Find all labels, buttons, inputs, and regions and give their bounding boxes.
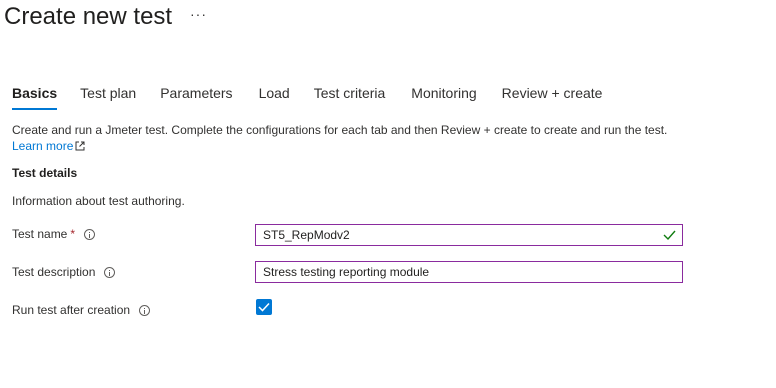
tab-test-plan[interactable]: Test plan bbox=[80, 84, 136, 110]
learn-more-label: Learn more bbox=[12, 139, 74, 153]
tab-bar: Basics Test plan Parameters Load Test cr… bbox=[12, 84, 602, 110]
tab-monitoring[interactable]: Monitoring bbox=[411, 84, 476, 110]
tab-test-criteria[interactable]: Test criteria bbox=[314, 84, 386, 110]
tab-load[interactable]: Load bbox=[259, 84, 290, 110]
info-icon[interactable] bbox=[104, 266, 116, 278]
external-link-icon bbox=[75, 141, 85, 151]
info-icon[interactable] bbox=[84, 228, 96, 240]
info-icon[interactable] bbox=[139, 304, 151, 316]
run-after-creation-label-text: Run test after creation bbox=[12, 303, 131, 317]
tab-parameters[interactable]: Parameters bbox=[160, 84, 232, 110]
learn-more-link[interactable]: Learn more bbox=[12, 139, 85, 153]
test-name-label-text: Test name bbox=[12, 227, 68, 241]
section-description: Information about test authoring. bbox=[12, 194, 185, 208]
test-description-value: Stress testing reporting module bbox=[263, 265, 430, 279]
test-description-label-text: Test description bbox=[12, 265, 96, 279]
more-options-button[interactable]: ··· bbox=[190, 4, 207, 24]
test-description-input[interactable]: Stress testing reporting module bbox=[255, 261, 683, 283]
intro-description: Create and run a Jmeter test. Complete t… bbox=[12, 123, 668, 137]
run-after-creation-checkbox[interactable] bbox=[256, 299, 272, 315]
valid-check-icon bbox=[663, 230, 676, 241]
tab-review-create[interactable]: Review + create bbox=[502, 84, 603, 110]
test-name-input[interactable]: ST5_RepModv2 bbox=[255, 224, 683, 246]
page-title: Create new test bbox=[4, 3, 173, 30]
test-name-label: Test name * bbox=[12, 227, 96, 241]
required-marker: * bbox=[70, 227, 76, 241]
tab-basics[interactable]: Basics bbox=[12, 84, 58, 110]
checkmark-icon bbox=[258, 302, 270, 312]
test-description-label: Test description bbox=[12, 265, 116, 279]
run-after-creation-label: Run test after creation bbox=[12, 303, 151, 317]
intro-text: Create and run a Jmeter test. Complete t… bbox=[12, 122, 692, 154]
section-heading: Test details bbox=[12, 166, 78, 180]
test-name-value: ST5_RepModv2 bbox=[263, 228, 350, 242]
